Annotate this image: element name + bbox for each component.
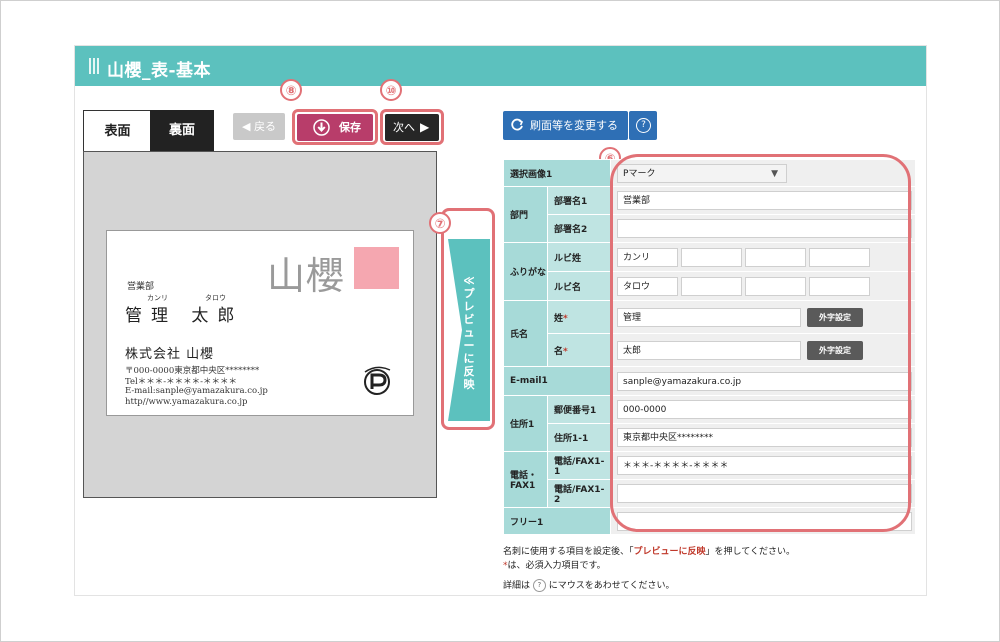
tab-back[interactable]: 裏面 — [150, 110, 214, 151]
phone1-label: 電話/FAX1-1 — [546, 451, 612, 480]
help-button[interactable]: ? — [629, 111, 657, 140]
change-plate-button[interactable]: 刷面等を変更する — [503, 111, 628, 140]
privacy-mark-icon — [364, 366, 391, 395]
page-title: 山櫻_表-基本 — [107, 61, 212, 81]
zip-label: 郵便番号1 — [546, 395, 612, 424]
marker-8: ⑧ — [280, 79, 302, 101]
back-button[interactable]: ◀ 戻る — [233, 113, 285, 140]
note-highlight: プレビューに反映 — [633, 547, 706, 557]
note-text: 詳細は — [503, 581, 531, 591]
help-icon: ? — [636, 118, 651, 133]
instruction-line-1: 名刺に使用する項目を設定後、「プレビューに反映」を押してください。 — [503, 544, 795, 557]
card-url: http//www.yamazakura.co.jp — [125, 397, 248, 407]
free-label: フリー1 — [502, 507, 612, 535]
triangle-right-icon: ▶ — [420, 120, 430, 134]
business-card-preview: 山櫻 営業部 カンリ タロウ 管理 太郎 株式会社 山櫻 〒000-0000東京… — [106, 230, 414, 416]
image-select-label: 選択画像1 — [502, 159, 612, 187]
title-bar: 山櫻_表-基本 — [75, 46, 926, 86]
change-plate-label: 刷面等を変更する — [530, 119, 618, 132]
first-name-label: 名 — [554, 346, 564, 357]
marker-7: ⑦ — [429, 212, 451, 234]
back-button-label: 戻る — [253, 120, 276, 133]
dept2-label: 部署名2 — [546, 214, 612, 243]
address-label: 住所1-1 — [546, 423, 612, 452]
name-group-label: 氏名 — [503, 300, 548, 367]
card-email: E-mail:sanple@yamazakura.co.jp — [125, 386, 268, 396]
phone2-label: 電話/FAX1-2 — [546, 479, 612, 508]
card-logo-square — [354, 247, 399, 289]
card-dept: 営業部 — [127, 282, 155, 292]
note-text: にマウスをあわせてください。 — [548, 581, 675, 591]
editor-panel: 山櫻_表-基本 表面 裏面 山櫻 営業部 カンリ タロウ 管理 太郎 株式会社 … — [74, 45, 927, 596]
marker-10: ⑩ — [380, 79, 402, 101]
note-text: は、必須入力項目です。 — [507, 561, 606, 571]
ruby-first-label: ルビ名 — [546, 271, 612, 301]
next-button-label: 次へ — [393, 121, 415, 134]
required-mark: * — [563, 313, 568, 324]
download-icon — [313, 119, 330, 136]
required-mark: * — [563, 346, 568, 357]
form-highlight — [610, 154, 911, 532]
card-name: 管理 太郎 — [125, 306, 244, 326]
last-name-label-cell: 姓* — [546, 300, 612, 334]
reflect-preview-label[interactable]: ≪ プレビューに反映 — [461, 274, 477, 391]
next-button[interactable]: 次へ ▶ — [385, 114, 439, 141]
card-logo-text: 山櫻 — [267, 254, 346, 298]
refresh-icon — [511, 118, 524, 131]
note-text: 名刺に使用する項目を設定後、「 — [503, 547, 634, 557]
save-button-label: 保存 — [339, 121, 361, 134]
title-bars-icon — [89, 58, 99, 74]
help-icon: ? — [532, 579, 546, 592]
save-button[interactable]: 保存 — [297, 114, 373, 141]
tab-front[interactable]: 表面 — [83, 110, 152, 152]
ruby-last-label: ルビ姓 — [546, 242, 612, 272]
address-group-label: 住所1 — [503, 395, 548, 452]
furigana-group-label: ふりがな — [503, 242, 548, 301]
dept-group-label: 部門 — [503, 186, 548, 243]
email-label: E-mail1 — [502, 366, 612, 396]
note-text: 」を押してください。 — [705, 547, 795, 557]
dept1-label: 部署名1 — [546, 186, 612, 215]
first-name-label-cell: 名* — [546, 333, 612, 367]
card-preview-area: 山櫻 営業部 カンリ タロウ 管理 太郎 株式会社 山櫻 〒000-0000東京… — [83, 151, 437, 498]
last-name-label: 姓 — [554, 313, 564, 324]
instruction-line-2: *は、必須入力項目です。 — [503, 558, 606, 571]
triangle-left-icon: ◀ — [242, 120, 254, 133]
instruction-line-3: 詳細は ? にマウスをあわせてください。 — [503, 578, 675, 592]
card-company: 株式会社 山櫻 — [125, 347, 215, 362]
phone-group-label: 電話・FAX1 — [503, 451, 548, 508]
